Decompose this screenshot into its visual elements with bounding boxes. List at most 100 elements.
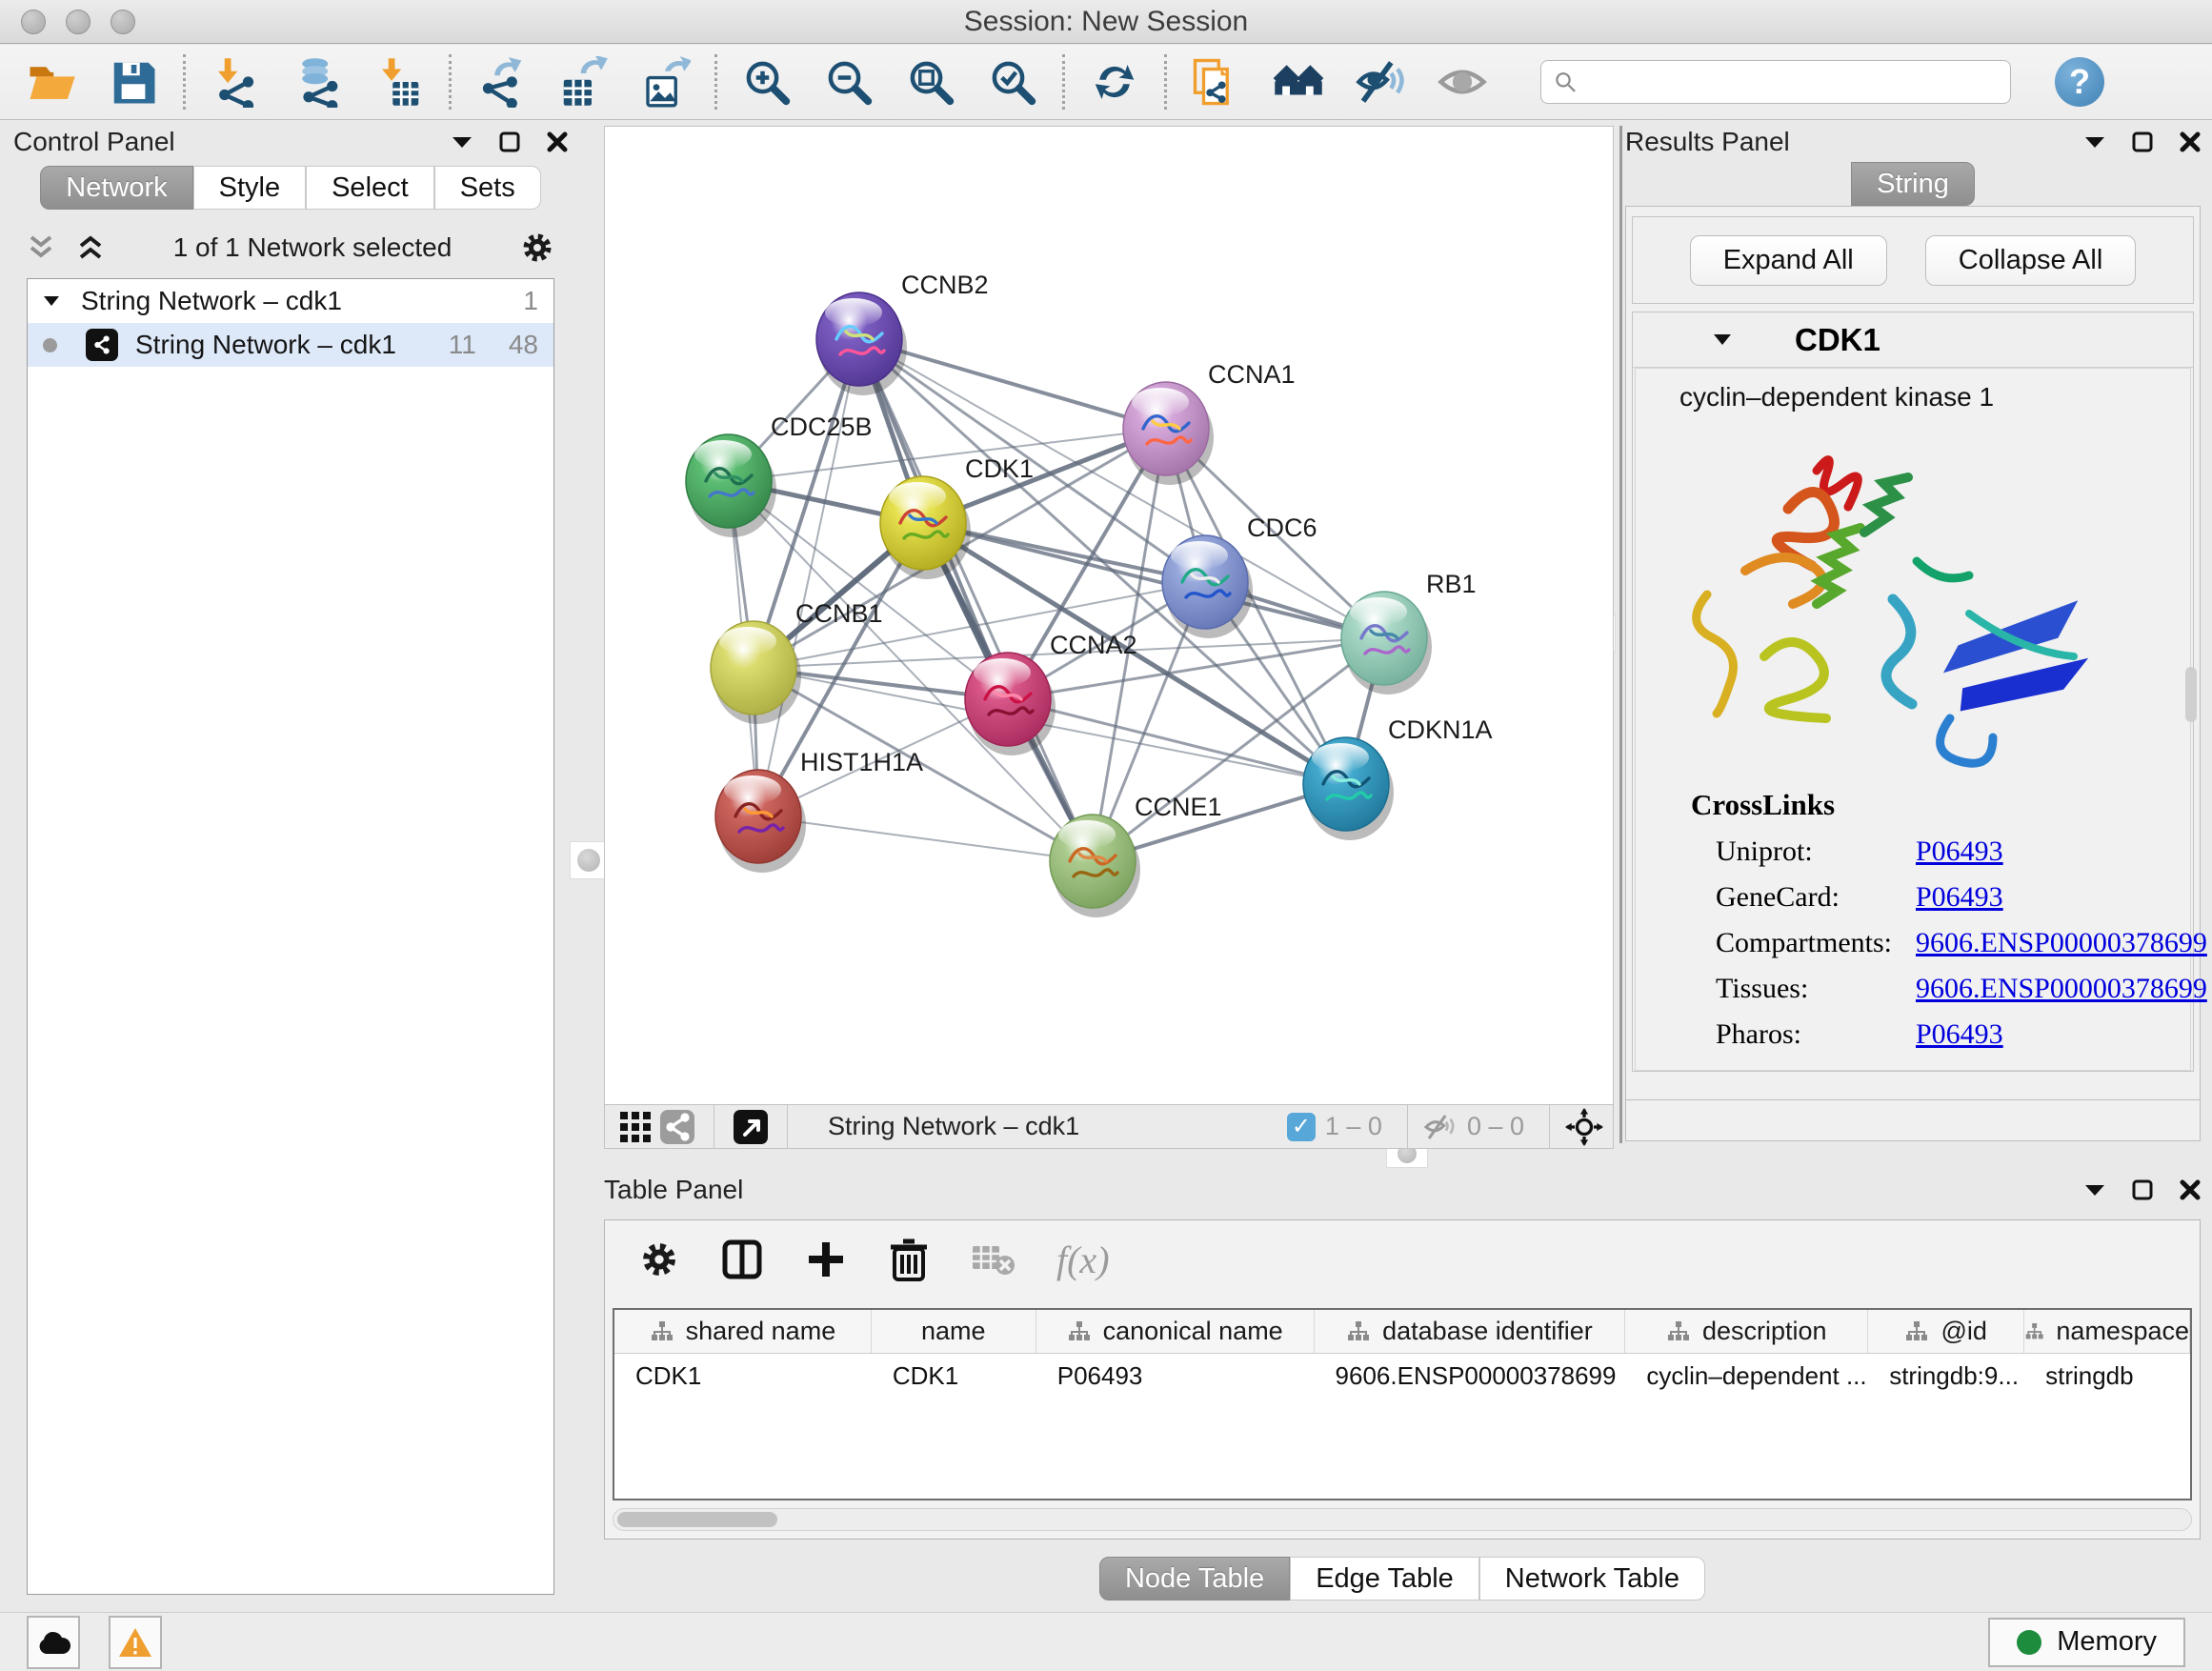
network-node-rb1[interactable]: RB1 bbox=[1341, 570, 1477, 695]
crosslink-link[interactable]: P06493 bbox=[1916, 836, 2003, 868]
tab-select[interactable]: Select bbox=[306, 166, 434, 210]
zoom-in-icon[interactable] bbox=[740, 55, 794, 109]
network-view-canvas[interactable]: CCNB2CCNA1CDC25BCDK1CDC6RB1CCNB1CCNA2CDK… bbox=[604, 126, 1614, 1105]
network-edge[interactable] bbox=[758, 339, 859, 816]
collapse-all-icon[interactable] bbox=[27, 234, 55, 261]
results-vscrollbar-thumb[interactable] bbox=[2185, 667, 2197, 722]
panel-menu-icon[interactable] bbox=[452, 135, 473, 149]
import-table-icon[interactable] bbox=[372, 55, 426, 109]
network-edge[interactable] bbox=[758, 816, 1093, 861]
network-row[interactable]: String Network – cdk1 11 48 bbox=[28, 323, 553, 367]
import-network-icon[interactable] bbox=[209, 55, 262, 109]
memory-button[interactable]: Memory bbox=[1988, 1618, 2185, 1667]
crosslink-link[interactable]: 9606.ENSP00000378699 bbox=[1916, 973, 2207, 1005]
network-node-cdkn1a[interactable]: CDKN1A bbox=[1303, 715, 1493, 840]
show-panel-eye-icon[interactable] bbox=[1436, 55, 1489, 109]
string-style-icon[interactable] bbox=[656, 1108, 698, 1146]
table-hscrollbar[interactable] bbox=[613, 1508, 2192, 1531]
table-cell[interactable]: CDK1 bbox=[614, 1354, 872, 1398]
network-collection-row[interactable]: String Network – cdk1 1 bbox=[28, 279, 553, 323]
search-input[interactable] bbox=[1578, 68, 1999, 97]
network-options-gear-icon[interactable] bbox=[520, 231, 554, 265]
float-panel-icon[interactable] bbox=[2132, 1179, 2153, 1200]
table-hscrollbar-thumb[interactable] bbox=[617, 1512, 777, 1527]
left-splitter-grip[interactable] bbox=[570, 841, 608, 879]
split-columns-icon[interactable] bbox=[721, 1238, 763, 1280]
tab-sets[interactable]: Sets bbox=[434, 166, 541, 210]
float-panel-icon[interactable] bbox=[2132, 131, 2153, 152]
close-panel-icon[interactable] bbox=[2180, 131, 2201, 152]
zoom-fit-icon[interactable] bbox=[904, 55, 957, 109]
tab-string-results[interactable]: String bbox=[1851, 162, 1975, 206]
export-image-icon[interactable] bbox=[638, 55, 692, 109]
column-header-name[interactable]: name bbox=[872, 1310, 1036, 1353]
results-hscrollbar[interactable] bbox=[1625, 1099, 2201, 1141]
table-cell[interactable]: stringdb bbox=[2024, 1354, 2190, 1398]
collapse-triangle-icon[interactable] bbox=[43, 295, 60, 307]
column-header-canonical-name[interactable]: canonical name bbox=[1036, 1310, 1315, 1353]
export-table-icon[interactable] bbox=[556, 55, 610, 109]
tab-network[interactable]: Network bbox=[40, 166, 192, 210]
close-panel-icon[interactable] bbox=[2180, 1179, 2201, 1200]
expand-all-icon[interactable] bbox=[76, 234, 105, 261]
tab-node-table[interactable]: Node Table bbox=[1099, 1557, 1290, 1601]
close-panel-icon[interactable] bbox=[547, 131, 568, 152]
edge-count: 48 bbox=[509, 330, 538, 360]
table-cell[interactable]: CDK1 bbox=[872, 1354, 1036, 1398]
save-session-icon[interactable] bbox=[107, 55, 160, 109]
tab-network-table[interactable]: Network Table bbox=[1479, 1557, 1705, 1601]
crosslink-link[interactable]: P06493 bbox=[1916, 1018, 2003, 1051]
network-node-hist1h1a[interactable]: HIST1H1A bbox=[715, 748, 923, 873]
column-header-shared-name[interactable]: shared name bbox=[614, 1310, 872, 1353]
refresh-icon[interactable] bbox=[1088, 55, 1141, 109]
collapse-all-button[interactable]: Collapse All bbox=[1925, 235, 2137, 286]
column-header-description[interactable]: description bbox=[1625, 1310, 1868, 1353]
zoom-selected-icon[interactable] bbox=[986, 55, 1039, 109]
tab-style[interactable]: Style bbox=[193, 166, 306, 210]
delete-table-icon[interactable] bbox=[971, 1240, 1015, 1278]
collection-name: String Network – cdk1 bbox=[81, 286, 342, 316]
function-builder-icon[interactable]: f(x) bbox=[1056, 1238, 1110, 1282]
export-network-icon[interactable] bbox=[474, 55, 528, 109]
column-header--id[interactable]: @id bbox=[1868, 1310, 2024, 1353]
network-edge[interactable] bbox=[859, 339, 1093, 861]
clone-network-icon[interactable] bbox=[1190, 55, 1243, 109]
table-settings-gear-icon[interactable] bbox=[639, 1239, 679, 1279]
table-cell[interactable]: cyclin–dependent ... bbox=[1625, 1354, 1868, 1398]
fit-content-crosshair-icon[interactable] bbox=[1565, 1108, 1603, 1146]
crosslink-link[interactable]: P06493 bbox=[1916, 881, 2003, 914]
warning-status-button[interactable] bbox=[109, 1616, 162, 1669]
tab-edge-table[interactable]: Edge Table bbox=[1290, 1557, 1479, 1601]
panel-menu-icon[interactable] bbox=[2084, 135, 2105, 149]
delete-column-trash-icon[interactable] bbox=[889, 1238, 929, 1281]
table-cell[interactable]: stringdb:9... bbox=[1868, 1354, 2024, 1398]
column-header-namespace[interactable]: namespace bbox=[2024, 1310, 2190, 1353]
network-node-ccne1[interactable]: CCNE1 bbox=[1050, 793, 1222, 917]
network-node-cdc6[interactable]: CDC6 bbox=[1162, 513, 1317, 638]
selected-indicator-checkbox[interactable]: ✓ bbox=[1287, 1113, 1316, 1141]
table-cell[interactable]: P06493 bbox=[1036, 1354, 1315, 1398]
birdseye-grid-icon[interactable] bbox=[614, 1108, 656, 1146]
column-header-database-identifier[interactable]: database identifier bbox=[1315, 1310, 1626, 1353]
open-in-window-icon[interactable] bbox=[730, 1108, 772, 1146]
import-network-from-database-icon[interactable] bbox=[291, 55, 344, 109]
open-session-icon[interactable] bbox=[25, 55, 78, 109]
help-button[interactable]: ? bbox=[2055, 57, 2104, 107]
zoom-out-icon[interactable] bbox=[822, 55, 875, 109]
table-cell[interactable]: 9606.ENSP00000378699 bbox=[1315, 1354, 1626, 1398]
float-panel-icon[interactable] bbox=[499, 131, 520, 152]
add-column-icon[interactable] bbox=[805, 1238, 847, 1280]
hide-panel-eye-icon[interactable] bbox=[1354, 55, 1407, 109]
collapse-node-triangle-icon[interactable] bbox=[1713, 333, 1732, 346]
expand-all-button[interactable]: Expand All bbox=[1690, 235, 1887, 286]
cloud-status-button[interactable] bbox=[27, 1616, 80, 1669]
toolbar-search[interactable] bbox=[1540, 60, 2011, 104]
network-node-ccna1[interactable]: CCNA1 bbox=[1123, 360, 1296, 485]
table-row[interactable]: CDK1CDK1P064939606.ENSP00000378699cyclin… bbox=[614, 1354, 2190, 1398]
network-node-cdk1[interactable]: CDK1 bbox=[880, 454, 1034, 579]
panel-menu-icon[interactable] bbox=[2084, 1183, 2105, 1197]
crosslink-link[interactable]: 9606.ENSP00000378699 bbox=[1916, 927, 2207, 959]
return-home-icon[interactable] bbox=[1272, 55, 1325, 109]
network-node-ccna2[interactable]: CCNA2 bbox=[965, 631, 1137, 755]
network-node-ccnb1[interactable]: CCNB1 bbox=[711, 599, 883, 724]
